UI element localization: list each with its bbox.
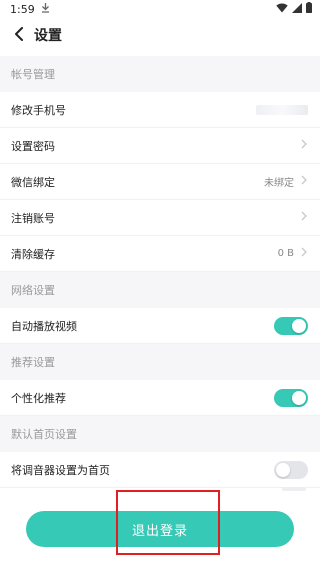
row-wechat-binding[interactable]: 微信绑定 未绑定: [0, 164, 320, 200]
section-account-management: 帐号管理: [0, 56, 320, 92]
wechat-status: 未绑定: [264, 178, 294, 189]
personalized-toggle[interactable]: [274, 388, 308, 407]
row-label: 修改手机号: [11, 103, 66, 117]
row-label: 将调音器设置为首页: [11, 463, 110, 477]
row-label: 设置密码: [11, 139, 55, 153]
row-label: 微信绑定: [11, 175, 55, 189]
row-change-phone[interactable]: 修改手机号: [0, 92, 320, 128]
row-personalized-recommendation: 个性化推荐: [0, 380, 320, 416]
section-label: 推荐设置: [11, 356, 55, 369]
toggle-knob: [292, 390, 306, 405]
chevron-left-icon: [14, 26, 24, 45]
autoplay-toggle[interactable]: [274, 316, 308, 335]
battery-icon: [306, 2, 312, 16]
chevron-right-icon: [300, 211, 308, 224]
status-bar: 1:59: [0, 0, 320, 18]
row-label: 个性化推荐: [11, 391, 66, 405]
download-icon: [41, 2, 50, 16]
chevron-right-icon: [300, 175, 308, 188]
chevron-right-icon: [300, 139, 308, 152]
row-set-password[interactable]: 设置密码: [0, 128, 320, 164]
logout-button[interactable]: 退出登录: [26, 511, 294, 547]
row-cancel-account[interactable]: 注销账号: [0, 200, 320, 236]
back-button[interactable]: [10, 26, 28, 44]
row-label: 注销账号: [11, 211, 55, 225]
section-label: 帐号管理: [11, 68, 55, 81]
toggle-knob: [276, 462, 290, 477]
section-default-home: 默认首页设置: [0, 416, 320, 452]
row-autoplay-video: 自动播放视频: [0, 308, 320, 344]
row-label: 清除缓存: [11, 247, 55, 261]
row-label: 自动播放视频: [11, 319, 77, 333]
page-title: 设置: [34, 28, 62, 44]
status-time: 1:59: [10, 2, 35, 16]
section-network-settings: 网络设置: [0, 272, 320, 308]
logout-label: 退出登录: [131, 523, 188, 539]
settings-list: 帐号管理 修改手机号 设置密码 微信绑定 未绑定 注销账号 清除缓存 0 B 网…: [0, 56, 320, 488]
chevron-right-icon: [300, 247, 308, 260]
section-label: 默认首页设置: [11, 428, 77, 441]
section-label: 网络设置: [11, 284, 55, 297]
cache-size: 0 B: [277, 248, 294, 259]
wifi-icon: [276, 3, 288, 16]
row-clear-cache[interactable]: 清除缓存 0 B: [0, 236, 320, 272]
row-tuner-as-home: 将调音器设置为首页: [0, 452, 320, 488]
signal-icon: [292, 2, 302, 16]
header: 设置: [0, 18, 320, 52]
tuner-home-toggle[interactable]: [274, 460, 308, 479]
toggle-knob: [292, 318, 306, 333]
partial-toggle-cutoff: [282, 487, 306, 491]
masked-phone-number: [256, 104, 308, 115]
section-recommend-settings: 推荐设置: [0, 344, 320, 380]
